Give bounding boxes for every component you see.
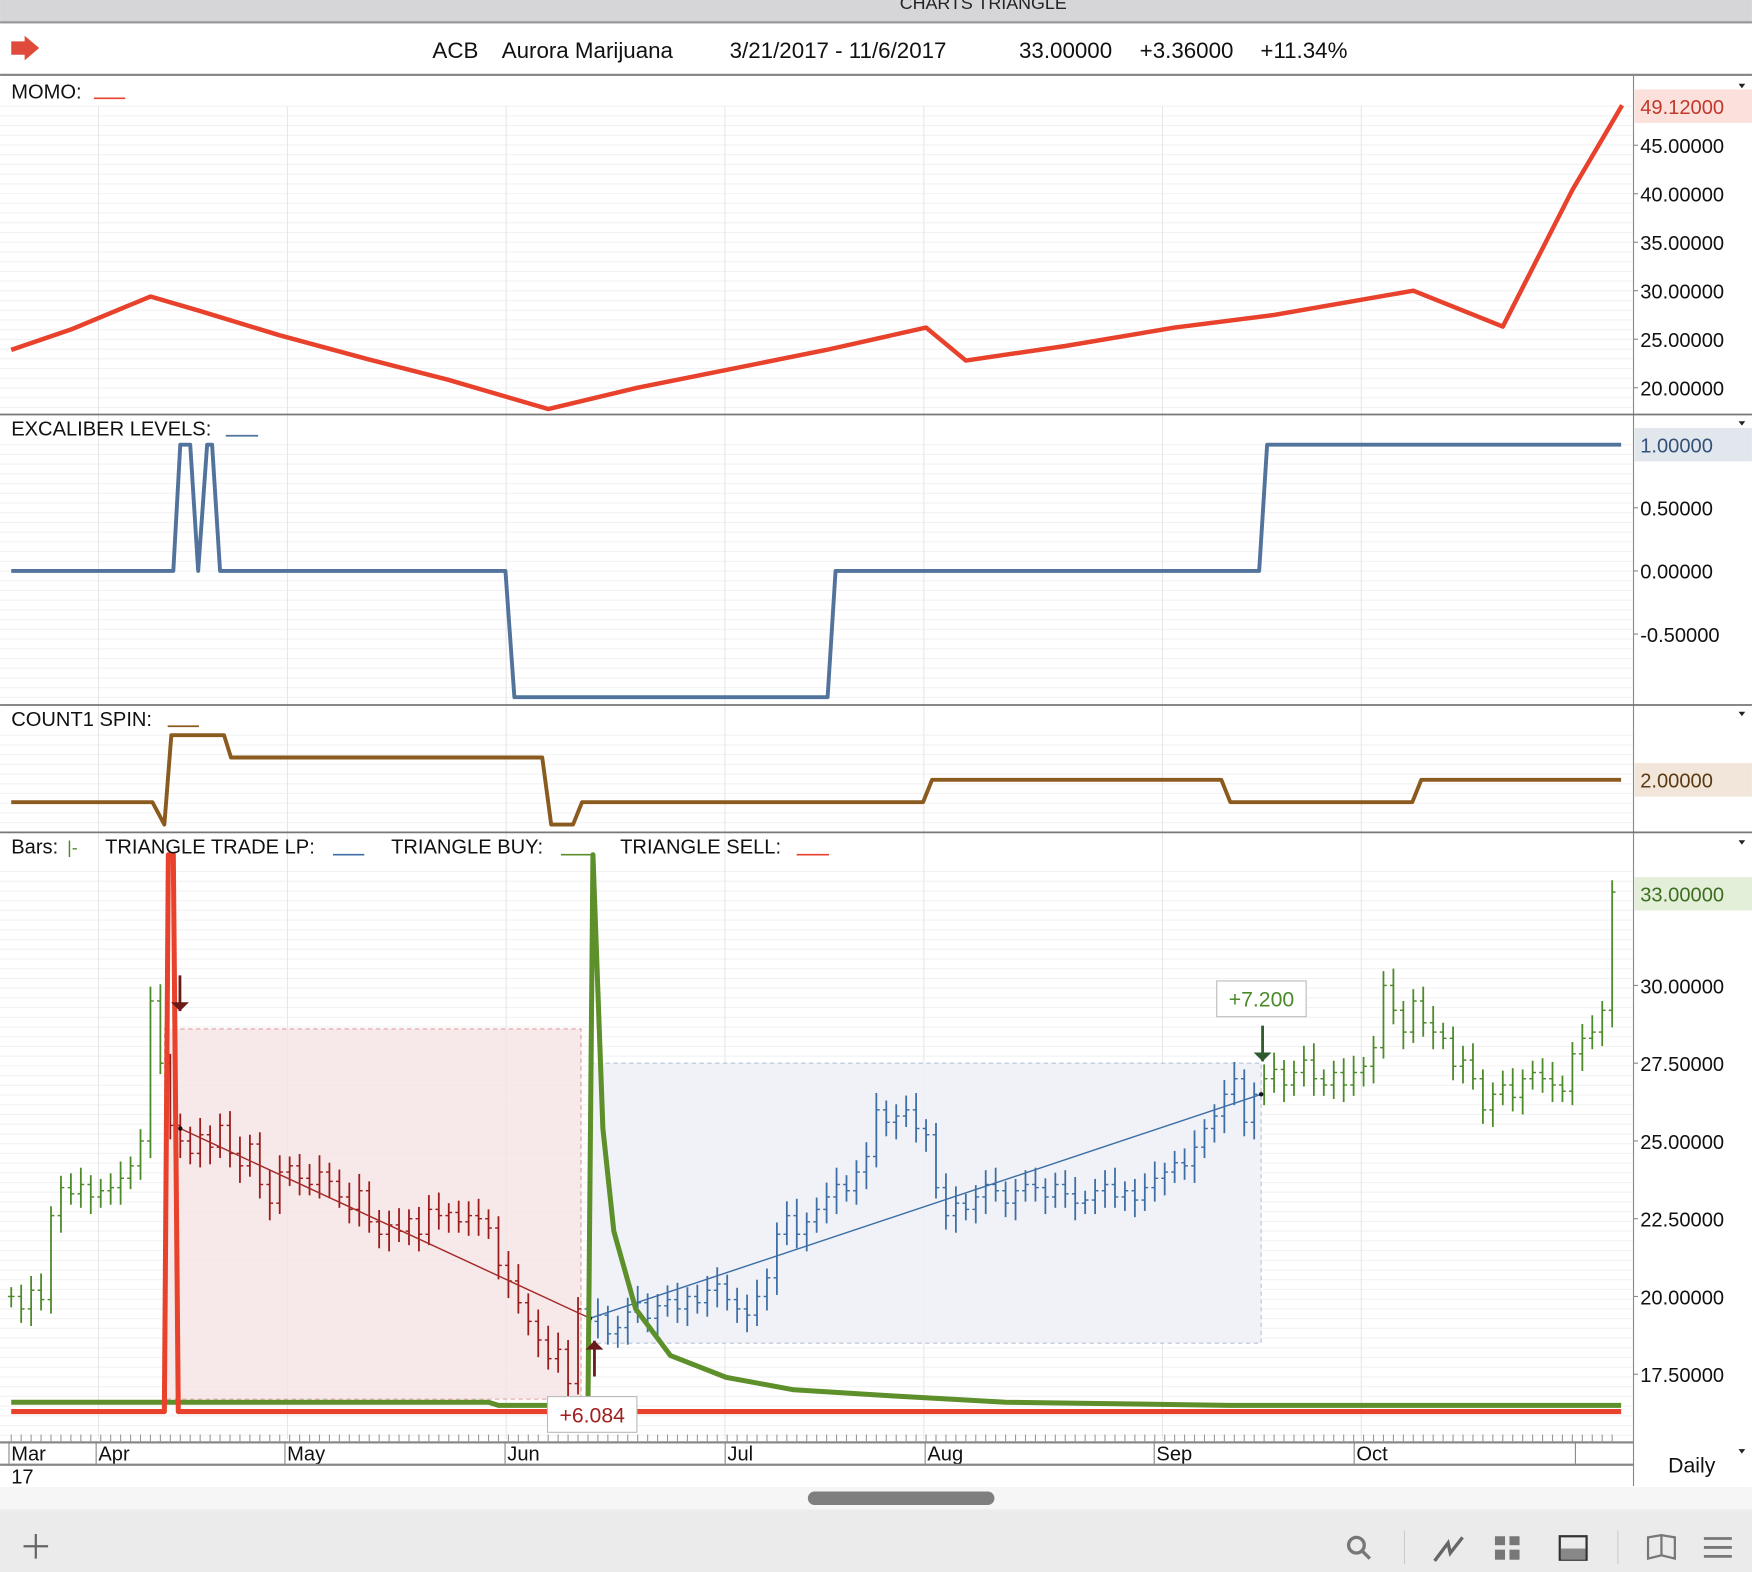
bars-swatch: |- [67,838,78,858]
price-value: 33.00000 [1640,885,1724,907]
trade-point [178,1126,183,1131]
long-trade-result: +7.200 [1216,980,1307,1018]
price-value-tag: 33.00000 [1634,877,1752,911]
short-trade-box [164,1028,582,1400]
axis-tick-label: 40.00000 [1640,185,1724,207]
window-title: CHARTS TRIANGLE [900,0,1067,13]
last-price: 33.00000 [1019,38,1112,63]
divider [0,1463,1634,1466]
chart-window: CHARTS TRIANGLE ACB Aurora Marijuana 3/2… [0,0,1752,1572]
axis-tick-label: 25.00000 [1640,1132,1724,1154]
year-label: 17 [11,1467,33,1489]
count1-value-tag: 2.00000 [1634,763,1752,797]
price-legend: Bars: |- TRIANGLE TRADE LP: TRIANGLE BUY… [11,837,830,859]
month-label: Jun [507,1443,539,1465]
short-trade-result: +6.084 [546,1396,638,1433]
horizontal-scrollbar-thumb[interactable] [807,1491,995,1505]
date-range: 3/21/2017 - 11/6/2017 [730,38,947,63]
excaliber-label: EXCALIBER LEVELS: [11,419,211,441]
x-axis: Mar Apr May Jun Jul Aug Sep Oct [8,1434,1613,1465]
bars-label: Bars: [11,837,58,859]
momo-axis: 45.00000 40.00000 35.00000 30.00000 25.00000… [1633,136,1724,401]
buy-label: TRIANGLE BUY: [391,837,543,859]
excaliber-legend: EXCALIBER LEVELS: [11,419,259,441]
momo-label: MOMO: [11,81,81,103]
period-selector[interactable]: Daily [1668,1455,1716,1478]
month-label: Mar [11,1443,46,1465]
axis-tick-label: 17.50000 [1640,1365,1724,1387]
arrow-head [1253,1052,1272,1062]
plot-area: +6.084 +7.200 [7,104,1625,1433]
long-trade-box [589,1062,1262,1344]
header: ACB Aurora Marijuana 3/21/2017 - 11/6/20… [11,35,1348,63]
axis-tick-label: 30.00000 [1640,976,1724,998]
divider [0,21,1752,24]
month-label: Aug [927,1443,963,1465]
lp-label: TRIANGLE TRADE LP: [105,837,315,859]
axis-tick-label: 35.00000 [1640,233,1724,255]
axis-tick-label: 0.00000 [1640,562,1713,584]
annotation-text: +6.084 [559,1404,625,1427]
divider [0,1441,1634,1444]
count1-value: 2.00000 [1640,771,1713,793]
count1-line [11,733,1622,827]
right-arrow-icon[interactable] [11,35,40,61]
excaliber-axis: 0.50000 0.00000 -0.50000 [1633,499,1720,647]
price-axis: 30.00000 27.50000 25.00000 22.50000 20.00000… [1633,976,1724,1387]
axis-tick-label: 27.50000 [1640,1054,1724,1076]
price-change-pct: +11.34% [1260,38,1347,63]
sell-label: TRIANGLE SELL: [620,837,781,859]
count1-legend: COUNT1 SPIN: [11,709,199,731]
annotation-text: +7.200 [1229,989,1295,1012]
axis-tick-label: 0.50000 [1640,499,1713,521]
divider [0,73,1752,76]
axis-tick-label: 20.00000 [1640,1287,1724,1309]
axis-tick-label: 20.00000 [1640,379,1724,401]
bottom-toolbar [0,1509,1752,1572]
company-name: Aurora Marijuana [502,38,674,63]
price-change: +3.36000 [1140,38,1234,63]
title-bar [0,0,1752,23]
month-label: Oct [1356,1443,1388,1465]
momo-line [10,104,1625,412]
month-label: Jul [727,1443,753,1465]
month-label: Sep [1156,1443,1192,1465]
symbol: ACB [432,38,478,63]
momo-value: 49.12000 [1640,97,1724,119]
momo-value-tag: 49.12000 [1634,89,1752,123]
excaliber-value: 1.00000 [1640,435,1713,457]
excaliber-value-tag: 1.00000 [1634,427,1752,462]
axis-tick-label: -0.50000 [1640,625,1719,647]
count1-label: COUNT1 SPIN: [11,709,152,731]
axis-tick-label: 22.50000 [1640,1210,1724,1232]
month-label: Apr [98,1443,130,1465]
trade-point [1258,1092,1264,1097]
month-label: May [287,1443,326,1465]
axis-tick-label: 25.00000 [1640,330,1724,352]
axis-tick-label: 30.00000 [1640,282,1724,304]
axis-tick-label: 45.00000 [1640,136,1724,158]
momo-legend: MOMO: [11,81,126,103]
